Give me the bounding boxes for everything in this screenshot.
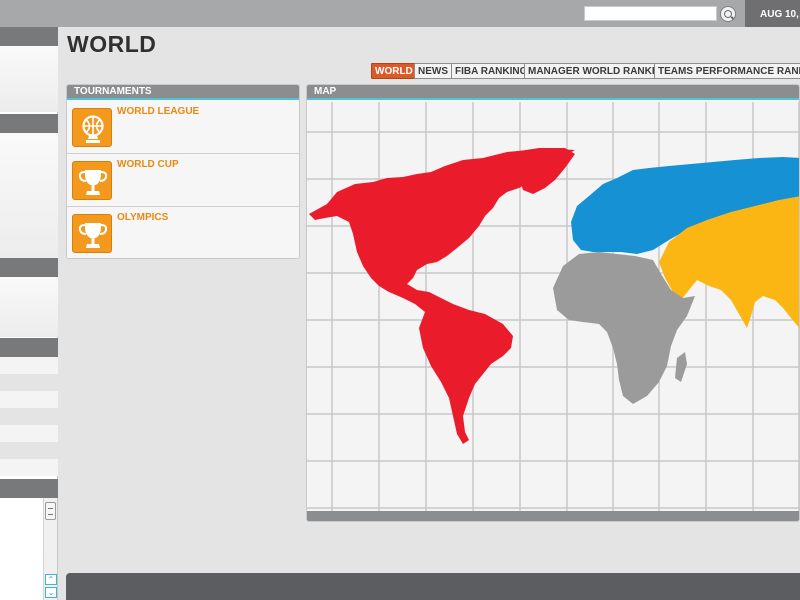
tournaments-panel: TOURNAMENTS WORLD LEAGUE WORLD CUP OLYMP…: [66, 84, 300, 259]
list-item[interactable]: [0, 425, 58, 442]
scroll-down-icon[interactable]: ⌄: [45, 587, 57, 598]
list-item[interactable]: [0, 357, 58, 374]
world-map[interactable]: [307, 102, 800, 512]
sidebar-header: [0, 479, 58, 498]
list-item[interactable]: [0, 391, 58, 408]
tournament-label: WORLD LEAGUE: [117, 106, 200, 117]
top-bar: AUG 10, 2: [0, 0, 800, 27]
search-input[interactable]: [584, 6, 717, 21]
list-item[interactable]: [0, 442, 58, 459]
scroll-up-icon[interactable]: ⌃: [45, 574, 57, 585]
basketball-trophy-icon: [72, 108, 112, 147]
tournament-label: WORLD CUP: [117, 159, 179, 170]
search-button[interactable]: [720, 6, 736, 22]
scroll-thumb[interactable]: [45, 502, 56, 520]
list-item[interactable]: [0, 408, 58, 425]
sidebar-header: [0, 27, 58, 46]
sidebar-section[interactable]: [0, 133, 58, 259]
sidebar-section[interactable]: [0, 277, 58, 337]
date-display: AUG 10, 2: [745, 0, 800, 27]
region-madagascar[interactable]: [675, 352, 687, 382]
tab-news[interactable]: NEWS: [414, 63, 452, 79]
tournament-world-league[interactable]: WORLD LEAGUE: [67, 101, 299, 154]
sidebar-scrollbar[interactable]: ⌃ ⌄: [43, 498, 57, 600]
bottom-bar: [66, 573, 800, 600]
map-panel: MAP: [306, 84, 800, 522]
sidebar-section[interactable]: [0, 46, 58, 112]
list-item[interactable]: [0, 459, 58, 476]
region-greenland[interactable]: [513, 148, 575, 194]
trophy-cup-icon: [72, 214, 112, 253]
tournaments-header: TOURNAMENTS: [67, 85, 299, 100]
tab-fiba-ranking[interactable]: FIBA RANKING: [451, 63, 532, 79]
sidebar-header: [0, 338, 58, 357]
map-header: MAP: [307, 85, 799, 100]
tab-world[interactable]: WORLD: [371, 63, 417, 79]
tournament-label: OLYMPICS: [117, 212, 169, 223]
sidebar-header: [0, 114, 58, 133]
tab-teams-performance-ranking[interactable]: TEAMS PERFORMANCE RANKING: [654, 63, 800, 79]
region-americas[interactable]: [309, 149, 575, 444]
sidebar-header: [0, 258, 58, 277]
tournament-olympics[interactable]: OLYMPICS: [67, 207, 299, 258]
page-title: WORLD: [67, 31, 157, 57]
tab-manager-world-ranking[interactable]: MANAGER WORLD RANKING: [524, 63, 674, 79]
map-footer: [307, 511, 799, 521]
trophy-cup-icon: [72, 161, 112, 200]
tournament-world-cup[interactable]: WORLD CUP: [67, 154, 299, 207]
list-item[interactable]: [0, 374, 58, 391]
